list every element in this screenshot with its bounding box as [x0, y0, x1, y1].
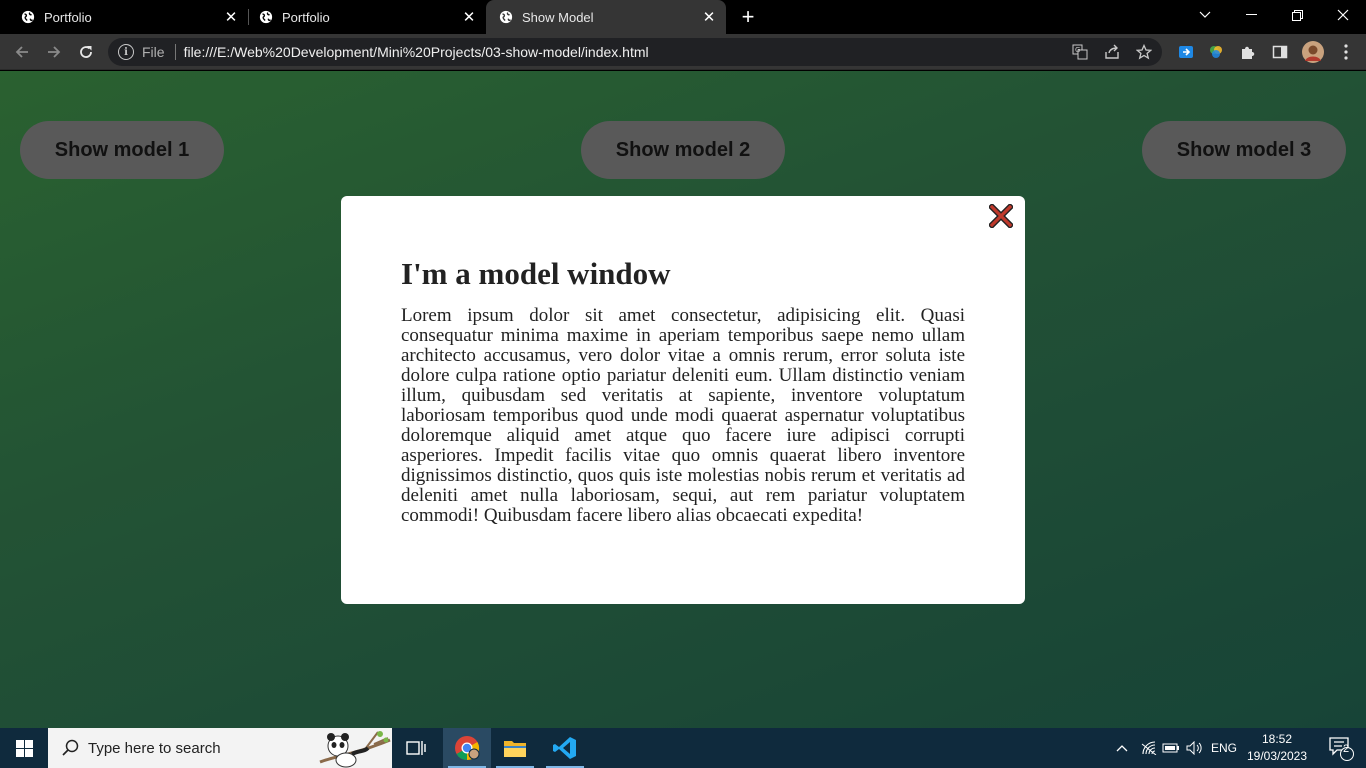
puzzle-icon[interactable]	[1238, 42, 1258, 62]
show-hidden-icons-chevron[interactable]	[1110, 728, 1134, 768]
clock-date: 19/03/2023	[1246, 749, 1308, 763]
web-page: Show model 1 Show model 2 Show model 3 I…	[0, 71, 1366, 728]
address-bar[interactable]: i File file:///E:/Web%20Development/Mini…	[108, 38, 1162, 66]
modal-window: I'm a model window Lorem ipsum dolor sit…	[341, 196, 1025, 604]
menu-kebab-icon[interactable]	[1336, 42, 1356, 62]
globe-icon	[259, 10, 273, 24]
info-icon[interactable]: i	[118, 44, 134, 60]
close-icon[interactable]	[987, 202, 1015, 230]
volume-icon[interactable]	[1184, 728, 1206, 768]
taskbar-vscode[interactable]	[541, 728, 589, 768]
task-view-button[interactable]	[392, 728, 440, 768]
close-window-button[interactable]	[1320, 0, 1366, 30]
extension-icon-blue[interactable]	[1176, 42, 1196, 62]
tab-title: Portfolio	[282, 9, 330, 25]
wifi-icon[interactable]	[1138, 728, 1160, 768]
chrome-icon	[455, 736, 480, 760]
reload-button[interactable]	[72, 38, 100, 66]
windows-icon	[15, 739, 33, 757]
language-indicator[interactable]: ENG	[1208, 728, 1240, 768]
tab-portfolio-2[interactable]: Portfolio ✕	[238, 0, 486, 34]
extension-icon-colorful[interactable]	[1206, 42, 1226, 62]
taskbar-file-explorer[interactable]	[491, 728, 539, 768]
bookmark-star-icon[interactable]	[1136, 42, 1152, 62]
svg-text:G: G	[1075, 46, 1080, 54]
search-icon	[60, 738, 80, 758]
translate-icon[interactable]: G	[1072, 42, 1088, 62]
forward-button[interactable]	[40, 38, 68, 66]
clock-time: 18:52	[1261, 732, 1293, 746]
tab-search-icon[interactable]	[1182, 0, 1228, 30]
notification-icon	[1329, 737, 1354, 761]
show-model-3-button[interactable]: Show model 3	[1142, 121, 1346, 179]
restore-button[interactable]	[1274, 0, 1320, 30]
tab-title: Portfolio	[44, 9, 92, 25]
task-view-icon	[406, 741, 426, 755]
avatar[interactable]	[1302, 41, 1324, 63]
taskbar-chrome[interactable]	[443, 728, 491, 768]
show-model-1-button[interactable]: Show model 1	[20, 121, 224, 179]
search-placeholder: Type here to search	[88, 739, 221, 757]
vscode-icon	[553, 737, 576, 759]
tab-portfolio-1[interactable]: Portfolio ✕	[0, 0, 248, 34]
globe-icon	[499, 10, 513, 24]
battery-icon[interactable]	[1160, 728, 1182, 768]
show-model-2-button[interactable]: Show model 2	[581, 121, 785, 179]
panda-illustration	[319, 731, 391, 768]
taskbar: Type here to search ENG 18:52 19/03/2023…	[0, 728, 1366, 768]
notification-count: 2	[1343, 743, 1350, 755]
modal-body-text: Lorem ipsum dolor sit amet consectetur, …	[401, 305, 965, 526]
minimize-button[interactable]	[1228, 0, 1274, 30]
notification-center-button[interactable]: 2	[1316, 728, 1366, 768]
globe-icon	[21, 10, 35, 24]
omnibox-divider	[174, 44, 176, 60]
system-clock[interactable]: 18:52 19/03/2023	[1246, 731, 1308, 765]
back-button[interactable]	[8, 38, 36, 66]
modal-title: I'm a model window	[401, 256, 671, 291]
url-text[interactable]: file:///E:/Web%20Development/Mini%20Proj…	[184, 44, 649, 60]
close-icon[interactable]: ✕	[457, 5, 481, 29]
new-tab-button[interactable]: +	[736, 4, 760, 29]
side-panel-icon[interactable]	[1270, 42, 1290, 62]
start-button[interactable]	[0, 728, 48, 768]
close-icon[interactable]: ✕	[697, 5, 721, 29]
folder-icon	[504, 741, 526, 757]
tab-strip: Portfolio ✕ Portfolio ✕ Show Model ✕ +	[0, 0, 1366, 34]
taskbar-search-box[interactable]: Type here to search	[48, 728, 392, 768]
tab-show-model[interactable]: Show Model ✕	[486, 0, 726, 34]
tab-title: Show Model	[522, 9, 594, 25]
share-icon[interactable]	[1104, 42, 1120, 62]
scheme-label: File	[142, 44, 165, 60]
browser-toolbar: i File file:///E:/Web%20Development/Mini…	[0, 34, 1366, 70]
